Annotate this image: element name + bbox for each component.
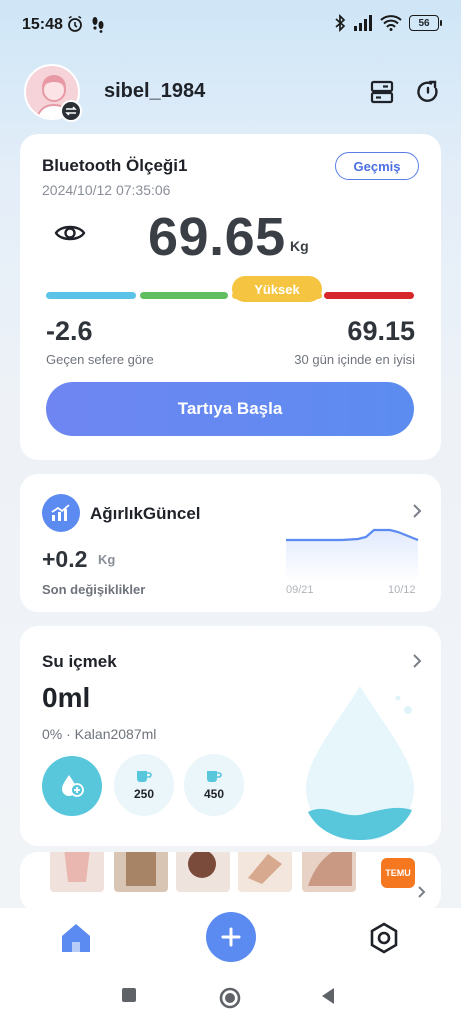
- trend-unit: Kg: [98, 552, 116, 567]
- ad-product-image[interactable]: [302, 852, 356, 892]
- settings-icon: [370, 922, 398, 954]
- alarm-icon: [68, 15, 82, 32]
- cup-label: 250: [133, 787, 155, 801]
- history-button[interactable]: Geçmiş: [335, 152, 419, 180]
- water-title: Su içmek: [42, 652, 117, 671]
- settings-tab[interactable]: [366, 920, 402, 956]
- battery-icon: 56: [409, 15, 442, 31]
- eye-icon[interactable]: [54, 222, 86, 244]
- username: sibel_1984: [104, 80, 206, 102]
- trend-delta: +0.2: [42, 546, 88, 572]
- weight-trend-card[interactable]: AğırlıkGüncel +0.2 Kg Son değişiklikler …: [20, 474, 441, 612]
- trend-x-start: 09/21: [286, 584, 314, 596]
- ad-product-image[interactable]: [176, 852, 230, 892]
- home-button[interactable]: [218, 986, 242, 1010]
- status-icons-right: 56: [334, 14, 442, 32]
- start-weighing-button[interactable]: Tartıya Başla: [46, 382, 414, 436]
- bmi-bar-low: [46, 292, 136, 299]
- chevron-right-icon[interactable]: [417, 886, 427, 898]
- temu-logo[interactable]: TEMU: [381, 858, 415, 888]
- cup-450-button[interactable]: 450: [184, 754, 244, 816]
- ad-banner[interactable]: i ✕ TEMU: [20, 852, 441, 912]
- bluetooth-icon: [335, 14, 346, 32]
- measurement-datetime: 2024/10/12 07:35:06: [42, 182, 171, 198]
- diff-label: Geçen sefere göre: [46, 352, 154, 367]
- scale-card: Bluetooth Ölçeği1 2024/10/12 07:35:06 Ge…: [20, 134, 441, 460]
- trend-label: Son değişiklikler: [42, 582, 146, 597]
- status-time: 15:48: [22, 16, 63, 33]
- trend-sparkline: [286, 528, 419, 582]
- system-nav-bar: [0, 970, 461, 1024]
- diff-value: -2.6: [46, 316, 93, 346]
- cup-label: 450: [203, 787, 225, 801]
- status-bar: 15:48 56: [0, 0, 461, 52]
- water-card[interactable]: Su içmek 0ml 0% · Kalan2087ml 250 450: [20, 626, 441, 846]
- devices-icon[interactable]: [368, 78, 396, 106]
- signal-icon: [354, 15, 372, 31]
- best-value: 69.15: [347, 316, 415, 346]
- bmi-status-badge: Yüksek: [232, 276, 322, 302]
- bmi-bar-normal: [140, 292, 228, 299]
- steps-icon: [92, 17, 104, 33]
- wifi-icon: [380, 15, 402, 31]
- ad-product-image[interactable]: [238, 852, 292, 892]
- bmi-bar-very-high: [324, 292, 414, 299]
- add-icon: [221, 927, 241, 947]
- add-button[interactable]: [206, 912, 256, 962]
- trend-x-end: 10/12: [388, 584, 416, 596]
- weight-value: 69.65: [148, 207, 286, 267]
- chevron-right-icon[interactable]: [411, 654, 423, 668]
- water-amount: 0ml: [42, 682, 91, 713]
- cup-icon: [207, 771, 222, 782]
- home-icon: [62, 924, 90, 952]
- refresh-icon[interactable]: [414, 78, 442, 106]
- bottom-nav: [0, 908, 461, 970]
- water-drop-illustration: [306, 686, 414, 840]
- status-icons-left: [66, 15, 106, 33]
- cup-icon: [137, 771, 152, 782]
- device-name: Bluetooth Ölçeği1: [42, 156, 188, 175]
- ad-close-icon[interactable]: ✕: [410, 852, 423, 854]
- trend-title: AğırlıkGüncel: [90, 504, 201, 523]
- back-button[interactable]: [318, 986, 338, 1006]
- home-tab[interactable]: [58, 920, 94, 956]
- water-drop-add-icon: [62, 775, 84, 797]
- best-label: 30 gün içinde en iyisi: [294, 352, 415, 367]
- weight-unit: Kg: [290, 238, 309, 254]
- recents-button[interactable]: [120, 986, 138, 1004]
- ad-product-image[interactable]: [114, 852, 168, 892]
- ad-product-image[interactable]: [50, 852, 104, 892]
- switch-user-icon[interactable]: [60, 100, 82, 122]
- trend-chart-icon: [42, 494, 80, 532]
- cup-250-button[interactable]: 250: [114, 754, 174, 816]
- add-water-button[interactable]: [42, 756, 102, 816]
- water-progress: 0% · Kalan2087ml: [42, 726, 157, 742]
